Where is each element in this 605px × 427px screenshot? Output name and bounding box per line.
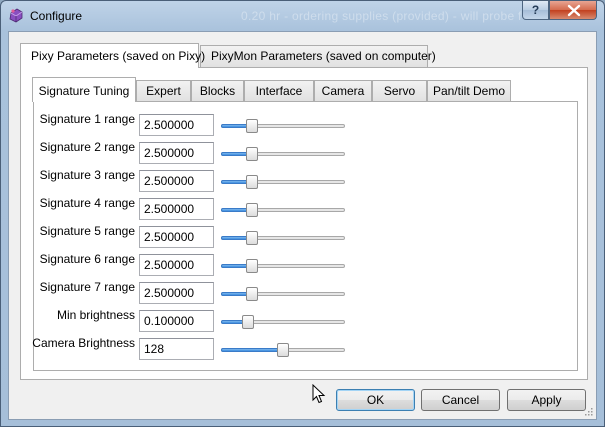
signature-1-range-slider[interactable] (221, 119, 345, 133)
signature-6-range-slider[interactable] (221, 259, 345, 273)
close-icon (567, 4, 581, 17)
slider-handle[interactable] (246, 119, 258, 133)
signature-1-range-input[interactable] (139, 114, 214, 136)
signature-3-range-input[interactable] (139, 170, 214, 192)
slider-handle[interactable] (246, 231, 258, 245)
apply-button[interactable]: Apply (507, 389, 586, 411)
slider-fill (221, 348, 283, 352)
dialog-client-area: Pixy Parameters (saved on Pixy) PixyMon … (8, 31, 597, 420)
camera-brightness-slider[interactable] (221, 343, 345, 357)
slider-handle[interactable] (246, 259, 258, 273)
signature-4-range-input[interactable] (139, 198, 214, 220)
param-label: Signature 7 range (39, 280, 135, 294)
signature-5-range-slider[interactable] (221, 231, 345, 245)
param-row-signature-5: Signature 5 range (34, 224, 579, 248)
param-row-signature-3: Signature 3 range (34, 168, 579, 192)
background-window-text: 0.20 hr - ordering supplies (provided) -… (241, 9, 522, 23)
signature-2-range-slider[interactable] (221, 147, 345, 161)
tab-servo[interactable]: Servo (372, 80, 427, 101)
signature-tuning-pane: Signature 1 range Signature 2 range (32, 101, 579, 371)
slider-handle[interactable] (277, 343, 289, 357)
signature-4-range-slider[interactable] (221, 203, 345, 217)
slider-handle[interactable] (246, 203, 258, 217)
tab-blocks[interactable]: Blocks (191, 80, 244, 101)
param-row-min-brightness: Min brightness (34, 308, 579, 332)
slider-handle[interactable] (246, 175, 258, 189)
param-row-signature-4: Signature 4 range (34, 196, 579, 220)
cancel-button[interactable]: Cancel (421, 389, 500, 411)
param-row-signature-7: Signature 7 range (34, 280, 579, 304)
param-label: Signature 4 range (39, 196, 135, 210)
tab-interface[interactable]: Interface (244, 80, 314, 101)
param-label: Signature 2 range (39, 140, 135, 154)
signature-2-range-input[interactable] (139, 142, 214, 164)
ok-button[interactable]: OK (336, 389, 415, 411)
param-label: Min brightness (56, 308, 135, 322)
configure-window: Configure 0.20 hr - ordering supplies (p… (0, 0, 605, 427)
signature-6-range-input[interactable] (139, 254, 214, 276)
param-row-signature-2: Signature 2 range (34, 140, 579, 164)
mouse-pointer-icon (312, 384, 326, 404)
param-label: Signature 6 range (39, 252, 135, 266)
title-bar[interactable]: Configure 0.20 hr - ordering supplies (p… (1, 1, 604, 31)
tab-expert[interactable]: Expert (136, 80, 191, 101)
min-brightness-slider[interactable] (221, 315, 345, 329)
signature-7-range-input[interactable] (139, 282, 214, 304)
window-title: Configure (30, 9, 83, 23)
param-row-signature-1: Signature 1 range (34, 112, 579, 136)
resize-grip-icon[interactable] (583, 406, 593, 416)
slider-handle[interactable] (242, 315, 254, 329)
camera-brightness-input[interactable] (139, 338, 214, 360)
signature-7-range-slider[interactable] (221, 287, 345, 301)
tab-signature-tuning[interactable]: Signature Tuning (32, 77, 136, 102)
param-row-signature-6: Signature 6 range (34, 252, 579, 276)
signature-3-range-slider[interactable] (221, 175, 345, 189)
pixy-app-icon (9, 8, 23, 23)
slider-handle[interactable] (246, 287, 258, 301)
param-label: Signature 5 range (39, 224, 135, 238)
param-label: Camera Brightness (32, 336, 135, 350)
tab-pan-tilt-demo[interactable]: Pan/tilt Demo (427, 80, 511, 101)
param-row-camera-brightness: Camera Brightness (32, 336, 579, 360)
param-label: Signature 1 range (39, 112, 135, 126)
help-button[interactable]: ? (522, 1, 549, 20)
tab-pixy-parameters[interactable]: Pixy Parameters (saved on Pixy) (20, 43, 205, 68)
tab-pixymon-parameters[interactable]: PixyMon Parameters (saved on computer) (200, 45, 436, 67)
slider-handle[interactable] (246, 147, 258, 161)
close-button[interactable] (549, 1, 597, 20)
min-brightness-input[interactable] (139, 310, 214, 332)
tab-camera[interactable]: Camera (314, 80, 372, 101)
signature-5-range-input[interactable] (139, 226, 214, 248)
param-label: Signature 3 range (39, 168, 135, 182)
pixy-parameters-pane: Signature Tuning Expert Blocks Interface… (20, 67, 588, 380)
